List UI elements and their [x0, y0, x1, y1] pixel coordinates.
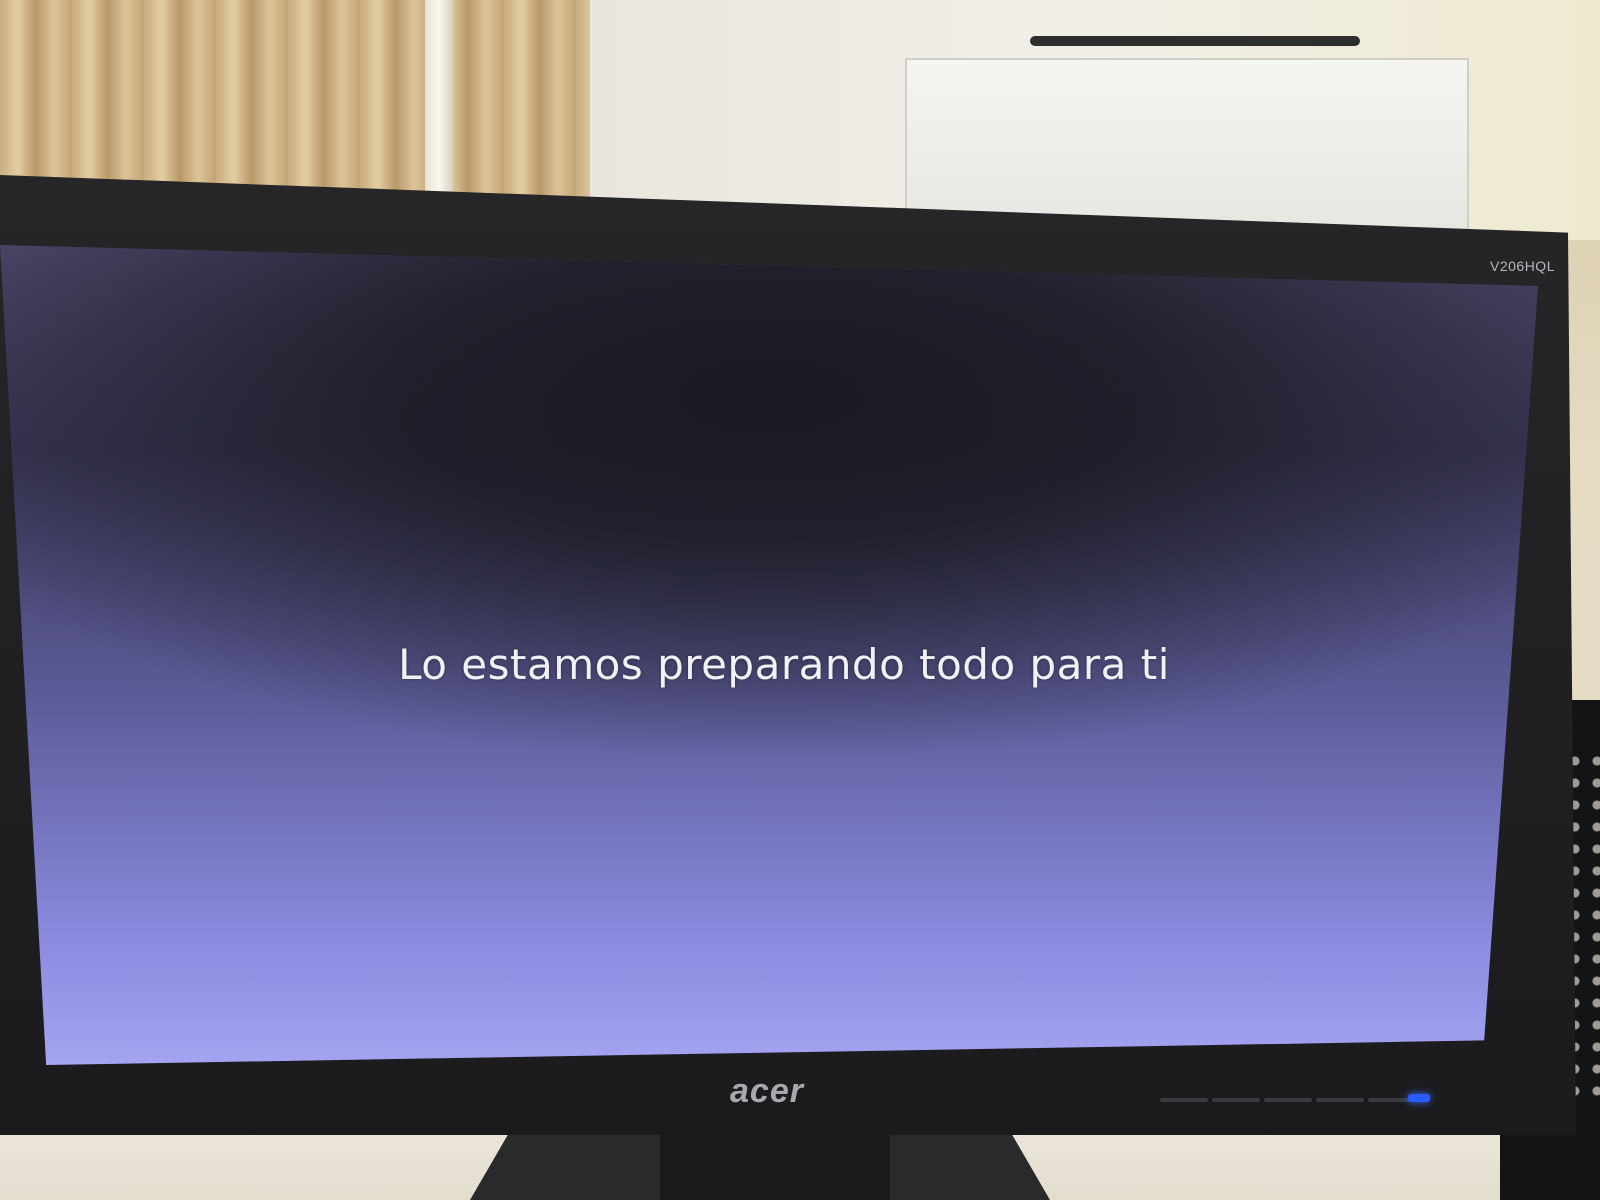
acer-logo: acer [730, 1072, 804, 1110]
power-led-icon[interactable] [1408, 1094, 1430, 1102]
monitor-buttons [1160, 1098, 1416, 1102]
monitor-button[interactable] [1212, 1098, 1260, 1102]
wall-shelf [1030, 36, 1360, 46]
curtain [0, 0, 590, 200]
curtain-pole [425, 0, 453, 200]
monitor-button[interactable] [1160, 1098, 1208, 1102]
whiteboard [905, 58, 1469, 230]
photo-scene: Lo estamos preparando todo para ti V206H… [0, 0, 1600, 1200]
setup-message: Lo estamos preparando todo para ti [398, 640, 1170, 689]
monitor-model-label: V206HQL [1490, 258, 1555, 274]
monitor-button[interactable] [1264, 1098, 1312, 1102]
monitor-button[interactable] [1316, 1098, 1364, 1102]
